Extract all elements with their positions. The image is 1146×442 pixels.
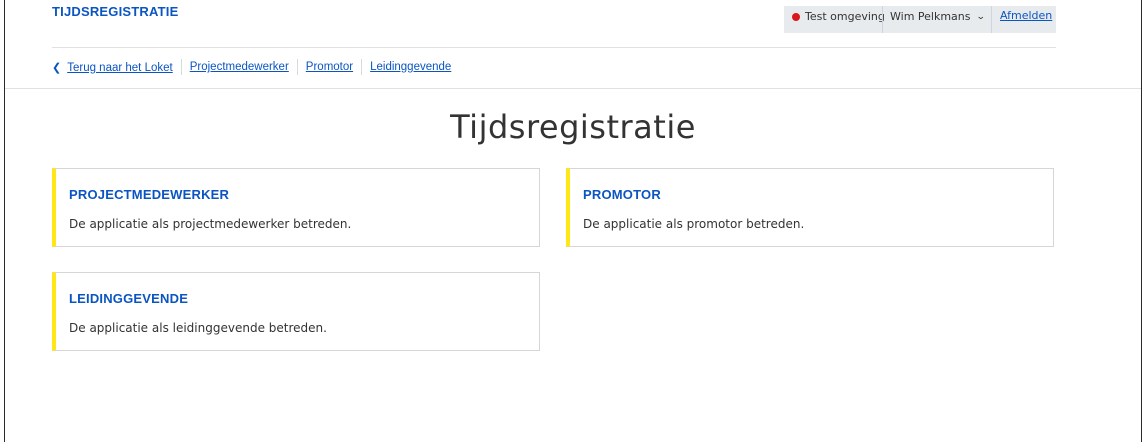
user-name: Wim Pelkmans (890, 10, 971, 23)
breadcrumb: ❮ Terug naar het Loket Projectmedewerker … (52, 58, 451, 76)
breadcrumb-separator (180, 59, 182, 75)
chevron-left-icon: ❮ (52, 61, 62, 74)
card-leidinggevende[interactable]: LEIDINGGEVENDE De applicatie als leiding… (52, 272, 540, 351)
card-promotor[interactable]: PROMOTOR De applicatie als promotor betr… (566, 168, 1054, 247)
breadcrumb-back-link[interactable]: ❮ Terug naar het Loket (52, 61, 173, 74)
card-description: De applicatie als projectmedewerker betr… (69, 217, 352, 231)
breadcrumb-link-leidinggevende[interactable]: Leidinggevende (370, 61, 451, 73)
header: TIJDSREGISTRATIE Test omgeving Wim Pelkm… (5, 0, 1141, 89)
card-title[interactable]: PROMOTOR (583, 187, 661, 202)
user-menu-button[interactable]: Wim Pelkmans ⌄ (890, 6, 986, 28)
breadcrumb-separator (361, 59, 363, 75)
breadcrumb-link-projectmedewerker[interactable]: Projectmedewerker (190, 61, 289, 73)
card-description: De applicatie als leidinggevende betrede… (69, 321, 327, 335)
breadcrumb-separator (296, 59, 298, 75)
user-bar: Test omgeving Wim Pelkmans ⌄ Afmelden (784, 6, 1056, 33)
breadcrumb-back-label: Terug naar het Loket (67, 61, 173, 74)
brand-title[interactable]: TIJDSREGISTRATIE (52, 2, 178, 22)
card-title[interactable]: PROJECTMEDEWERKER (69, 187, 229, 202)
environment-label: Test omgeving (805, 10, 885, 23)
card-projectmedewerker[interactable]: PROJECTMEDEWERKER De applicatie als proj… (52, 168, 540, 247)
divider (882, 6, 883, 33)
breadcrumb-link-promotor[interactable]: Promotor (306, 61, 353, 73)
chevron-down-icon: ⌄ (975, 12, 986, 22)
divider (991, 6, 992, 33)
page-title: Tijdsregistratie (450, 108, 696, 146)
card-title[interactable]: LEIDINGGEVENDE (69, 291, 188, 306)
header-divider (52, 47, 1056, 48)
environment-indicator: Test omgeving (792, 6, 885, 33)
status-dot-icon (792, 13, 800, 21)
logout-link[interactable]: Afmelden (1000, 6, 1052, 26)
card-description: De applicatie als promotor betreden. (583, 217, 805, 231)
app-frame: TIJDSREGISTRATIE Test omgeving Wim Pelkm… (4, 0, 1142, 442)
